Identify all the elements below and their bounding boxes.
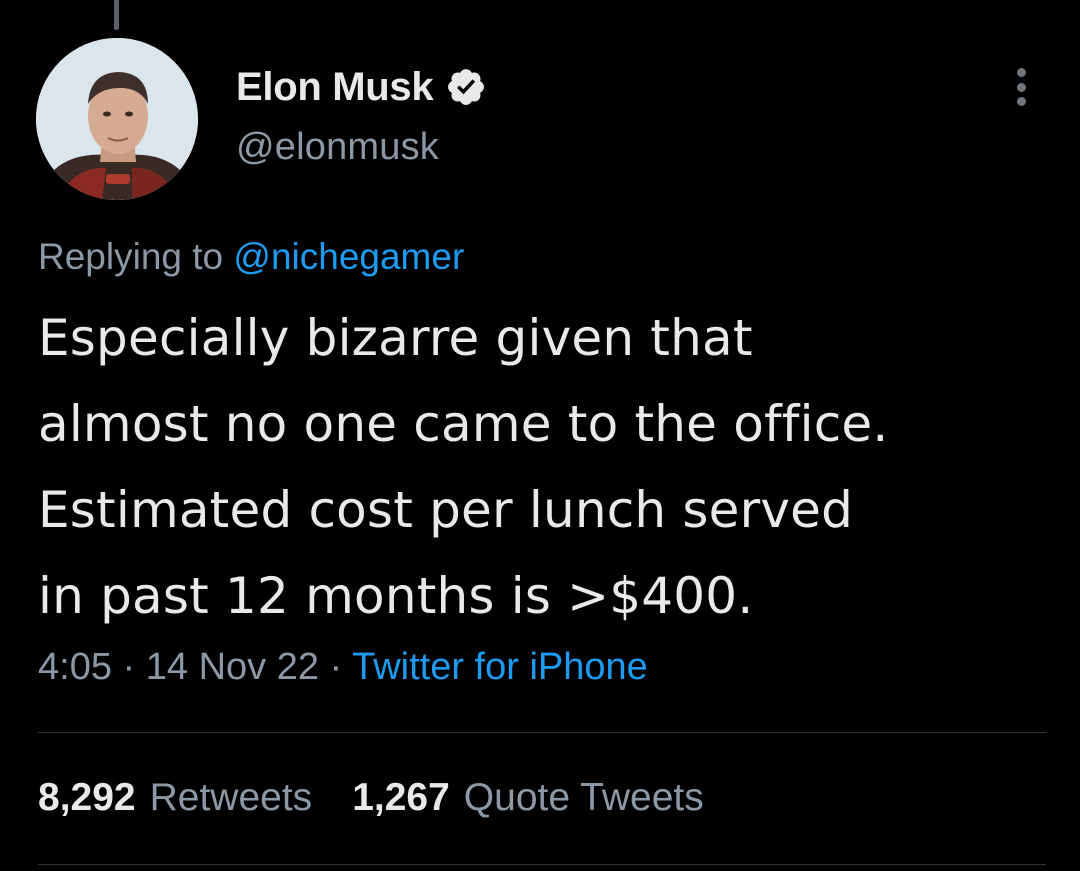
tweet-time[interactable]: 4:05 (38, 646, 112, 688)
tweet-text-line: Especially bizarre given that (38, 309, 753, 367)
quote-tweets-stat[interactable]: 1,267 Quote Tweets (352, 776, 704, 820)
quote-tweets-label: Quote Tweets (463, 776, 704, 819)
more-options-icon-dot (1016, 97, 1026, 106)
author-name-row: Elon Musk (236, 64, 487, 110)
tweet-date[interactable]: 14 Nov 22 (146, 646, 319, 688)
author-handle[interactable]: @elonmusk (236, 126, 487, 169)
quote-tweets-count: 1,267 (352, 776, 450, 819)
retweets-count: 8,292 (38, 776, 136, 819)
replying-to-handle-link[interactable]: @nichegamer (233, 236, 464, 277)
tweet-stats: 8,292 Retweets 1,267 Quote Tweets (38, 776, 744, 820)
meta-separator: · (122, 646, 136, 688)
meta-separator: · (329, 646, 343, 688)
retweets-stat[interactable]: 8,292 Retweets (38, 776, 312, 820)
retweets-label: Retweets (149, 776, 313, 819)
tweet-text-line: Estimated cost per lunch served (38, 481, 854, 539)
thread-connector-line (114, 0, 119, 30)
avatar-image (36, 38, 198, 200)
replying-to-prefix: Replying to (38, 236, 224, 277)
tweet-detail: Elon Musk @elonmusk Replying to @nichega… (0, 0, 1080, 871)
divider (38, 864, 1046, 865)
verified-badge-icon (445, 66, 487, 108)
author-display-name[interactable]: Elon Musk (236, 65, 434, 110)
tweet-text-line: almost no one came to the office. (38, 395, 889, 453)
tweet-text: Especially bizarre given that almost no … (38, 295, 1048, 639)
tweet-text-line: in past 12 months is >$400. (38, 567, 754, 625)
divider (38, 732, 1046, 733)
replying-to: Replying to @nichegamer (38, 236, 464, 278)
tweet-meta: 4:05 · 14 Nov 22 · Twitter for iPhone (38, 646, 648, 689)
more-options-icon-dot (1016, 82, 1026, 92)
more-options-icon (1016, 68, 1026, 77)
author-block: Elon Musk @elonmusk (236, 64, 487, 169)
tweet-source-link[interactable]: Twitter for iPhone (352, 646, 648, 688)
avatar[interactable] (36, 38, 198, 200)
more-options-button[interactable] (1004, 66, 1038, 108)
